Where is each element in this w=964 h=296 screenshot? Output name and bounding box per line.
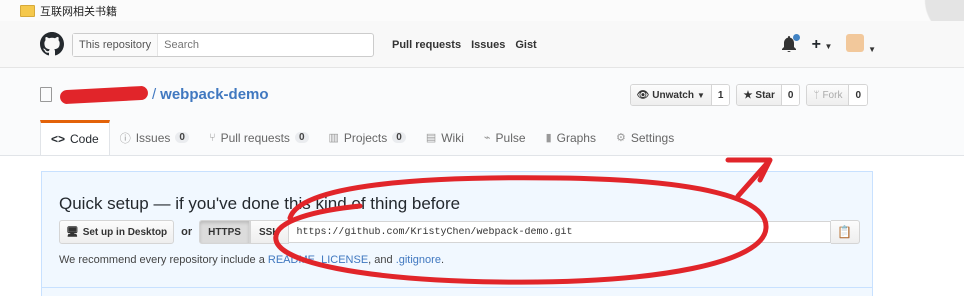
avatar [846, 34, 865, 52]
tab-projects[interactable]: ▥ Projects 0 [319, 120, 416, 155]
user-menu[interactable]: ▼ [846, 34, 876, 55]
unread-dot [792, 33, 800, 41]
unwatch-button[interactable]: 👁 Unwatch ▼ [630, 85, 712, 105]
projects-count: 0 [392, 132, 406, 143]
graph-icon: ▮ [545, 132, 552, 144]
quick-setup-panel: Quick setup — if you've done this kind o… [41, 171, 873, 296]
github-logo-icon[interactable] [40, 32, 64, 56]
readme-link[interactable]: README [268, 254, 315, 266]
repo-header: / webpack-demo 👁 Unwatch ▼ 1 ★ Star 0 ᛘ Fork… [0, 68, 964, 156]
tab-wiki[interactable]: ▤ Wiki [416, 120, 474, 155]
pulse-icon: ⌁ [483, 132, 491, 144]
desktop-icon: 🖥 [66, 226, 79, 238]
repo-actions: 👁 Unwatch ▼ 1 ★ Star 0 ᛘ Fork 0 [629, 84, 868, 106]
nav-pull-requests[interactable]: Pull requests [392, 39, 461, 51]
eye-icon: 👁 [636, 89, 650, 101]
repo-name[interactable]: webpack-demo [160, 86, 268, 103]
caret-down-icon: ▼ [696, 90, 705, 100]
ssh-button[interactable]: SSH [249, 220, 289, 244]
star-group: ★ Star 0 [736, 84, 801, 106]
pr-icon: ⑂ [208, 131, 216, 144]
clipboard-icon[interactable]: 📋 [830, 220, 860, 244]
caret-down-icon: ▼ [868, 45, 876, 54]
bookmark-folder[interactable]: 互联网相关书籍 [20, 3, 117, 19]
clone-url-input[interactable] [288, 221, 831, 243]
search-input[interactable] [158, 38, 367, 52]
header-nav: Pull requests Issues Gist [392, 39, 537, 51]
license-link[interactable]: LICENSE [321, 254, 368, 266]
tab-pulse[interactable]: ⌁ Pulse [474, 120, 536, 155]
https-button[interactable]: HTTPS [199, 220, 250, 244]
tab-pull-requests[interactable]: ⑂ Pull requests 0 [199, 120, 319, 155]
bookmark-folder-label: 互联网相关书籍 [40, 6, 117, 18]
tab-code[interactable]: <> Code [40, 120, 110, 155]
setup-desktop-button[interactable]: 🖥 Set up in Desktop [59, 220, 175, 244]
caret-down-icon: ▼ [824, 41, 833, 51]
bookmarks-bar: 互联网相关书籍 [0, 0, 964, 22]
folder-icon [20, 5, 35, 17]
tab-graphs[interactable]: ▮ Graphs [536, 120, 606, 155]
wiki-icon: ▤ [425, 132, 437, 144]
gitignore-link[interactable]: .gitignore [396, 254, 441, 266]
pr-count: 0 [294, 132, 309, 143]
code-icon: <> [51, 132, 66, 146]
scope-label: This repository [73, 34, 159, 56]
tab-settings[interactable]: ⚙ Settings [606, 120, 684, 155]
panel-divider [42, 287, 872, 288]
issues-count: 0 [175, 132, 189, 143]
repo-icon [40, 87, 52, 102]
recommend-text: We recommend every repository include a … [59, 254, 445, 266]
repo-tabs: <> Code ⓘ Issues 0 ⑂ Pull requests 0 ▥ Project… [40, 120, 684, 155]
or-label: or [181, 226, 193, 238]
clone-row: 🖥Set up in Desktop or HTTPS SSH 📋 [59, 220, 860, 244]
create-new-menu[interactable]: + ▼ [812, 36, 833, 54]
nav-gist[interactable]: Gist [515, 39, 536, 51]
fork-button[interactable]: ᛘ Fork [807, 85, 850, 105]
repo-title: / webpack-demo [40, 85, 269, 104]
fork-group: ᛘ Fork 0 [806, 84, 868, 106]
header-right: + ▼ ▼ [781, 33, 876, 55]
gear-icon: ⚙ [615, 132, 626, 144]
tab-issues[interactable]: ⓘ Issues 0 [110, 120, 199, 155]
plus-icon: + [811, 35, 821, 53]
fork-count[interactable]: 0 [849, 85, 867, 105]
owner-separator: / [152, 86, 157, 103]
quick-setup-title: Quick setup — if you've done this kind o… [59, 194, 461, 213]
issue-icon: ⓘ [119, 132, 131, 145]
search-box: This repository [72, 33, 374, 57]
notification-bell-icon[interactable] [781, 33, 800, 54]
site-header: This repository Pull requests Issues Gis… [0, 21, 964, 68]
star-button[interactable]: ★ Star [737, 85, 782, 105]
star-icon: ★ [743, 89, 753, 101]
watch-group: 👁 Unwatch ▼ 1 [629, 84, 731, 106]
star-count[interactable]: 0 [781, 85, 800, 105]
watch-count[interactable]: 1 [711, 85, 730, 105]
fork-icon: ᛘ [813, 89, 820, 101]
project-icon: ▥ [328, 132, 339, 144]
redacted-owner [59, 85, 149, 104]
nav-issues[interactable]: Issues [471, 39, 505, 51]
